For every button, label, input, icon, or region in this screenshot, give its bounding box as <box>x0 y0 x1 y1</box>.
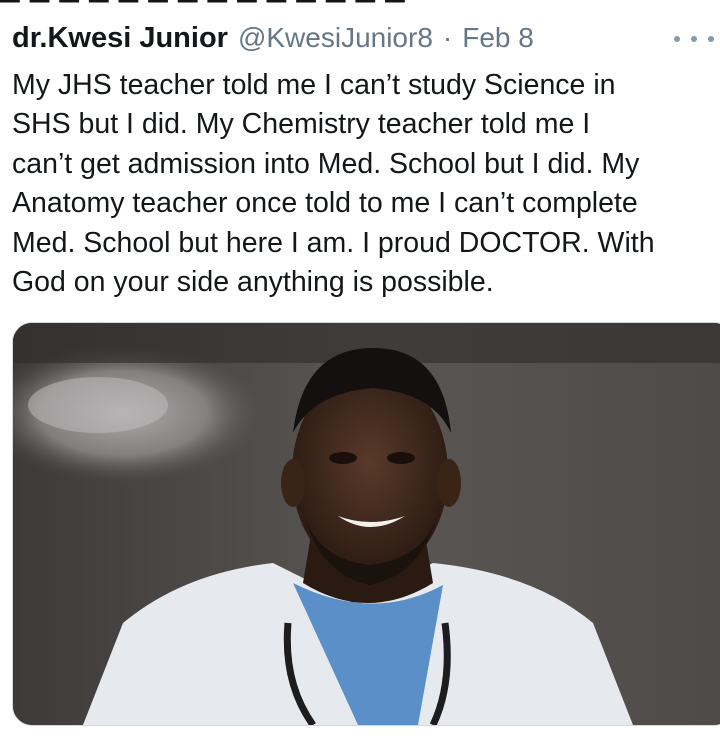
tweet-text-line: My JHS teacher told me I can’t study Sci… <box>12 69 616 101</box>
previous-tweet-fragment: ▀ ▀ ▀ ▀ ▀ ▀ ▀ ▀ ▀ ▀ ▀ ▀ ▀ ▀ <box>0 0 720 6</box>
tweet-text-line: Med. School but here I am. I proud DOCTO… <box>12 226 655 259</box>
ellipsis-icon[interactable] <box>674 24 714 54</box>
doctor-portrait-image <box>13 323 720 725</box>
separator: · <box>442 22 453 53</box>
tweet-text-line: can’t get admission into Med. School but… <box>12 147 640 180</box>
ellipsis-dot <box>708 36 714 42</box>
ellipsis-dot <box>691 36 697 42</box>
ellipsis-dot <box>674 36 680 42</box>
tweet-photo[interactable] <box>12 322 720 726</box>
tweet-text-line: SHS but I did. My Chemistry teacher told… <box>12 108 591 141</box>
author-display-name[interactable]: dr.Kwesi Junior <box>12 22 228 55</box>
tweet-date[interactable]: Feb 8 <box>462 22 534 54</box>
author-handle[interactable]: @KwesiJunior8 <box>238 22 433 54</box>
tweet-text: My JHS teacher told me I can’t study Sci… <box>12 66 712 302</box>
tweet-text-line: Anatomy teacher once told to me I can’t … <box>12 187 638 220</box>
tweet-text-line: God on your side anything is possible. <box>12 266 494 299</box>
tweet-header: dr.Kwesi Junior @KwesiJunior8 · Feb 8 <box>12 22 720 64</box>
